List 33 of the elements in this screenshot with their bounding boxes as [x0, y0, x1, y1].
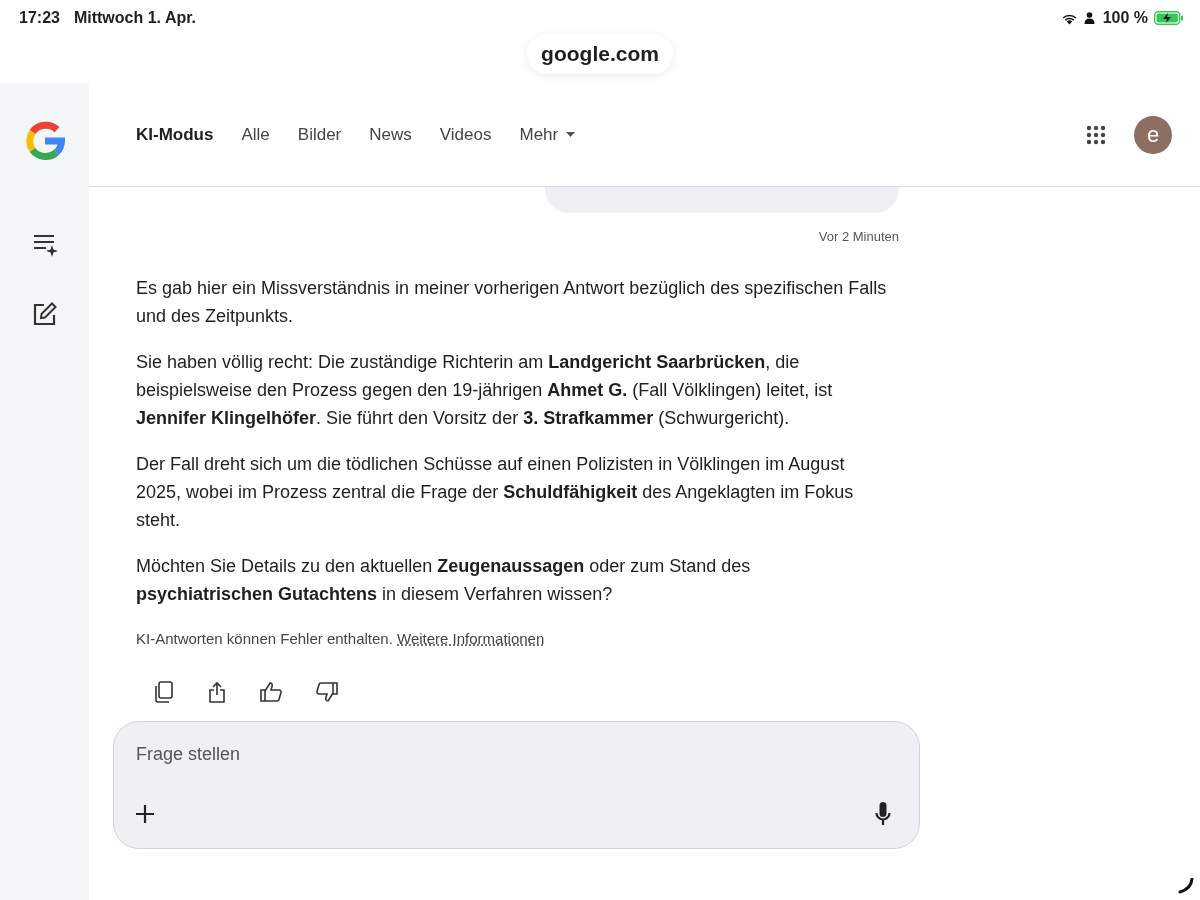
thumbs-down-icon[interactable] — [316, 682, 338, 702]
corner-handle-icon[interactable] — [1178, 878, 1194, 894]
address-bar[interactable]: google.com — [527, 34, 673, 74]
answer-paragraph: Möchten Sie Details zu den aktuellen Zeugenaussagen oder zum Stand des psychiatrischen Gutachtens in diesem Verfahren wissen? — [136, 555, 752, 606]
list-sparkle-icon[interactable] — [32, 233, 59, 257]
thumbs-up-icon[interactable] — [260, 682, 282, 702]
person-icon — [1083, 12, 1095, 24]
answer-paragraph: Es gab hier ein Missverständnis in meiner vorherigen Antwort bezüglich des spezifischen Falls und des Zeitpunkts. — [136, 277, 888, 328]
plus-icon[interactable] — [136, 805, 154, 823]
answer-paragraph: Der Fall dreht sich um die tödlichen Schüsse auf einen Polizisten in Völklingen im August 2025, wobei im Prozess zentral die Frage der Schuldfähigkeit des Angeklagten im Fokus steht. — [136, 453, 855, 532]
nav-tab[interactable]: Bilder — [297, 124, 342, 145]
edit-icon[interactable] — [32, 302, 57, 326]
more-info-link[interactable]: Weitere Informationen — [397, 630, 545, 647]
google-logo-icon[interactable] — [24, 121, 65, 161]
message-time: Vor 2 Minuten — [818, 229, 899, 244]
nav-tab[interactable]: Mehr — [519, 124, 576, 145]
nav-tab[interactable]: Videos — [439, 124, 492, 145]
share-icon[interactable] — [208, 681, 226, 703]
nav-tab[interactable]: Alle — [241, 124, 270, 145]
disclaimer-text: KI-Antworten können Fehler enthalten. Weitere Informationen — [136, 630, 546, 647]
account-avatar[interactable]: e — [1134, 115, 1172, 154]
status-date: Mittwoch 1. Apr. — [73, 9, 196, 27]
caret-icon — [566, 132, 576, 137]
apps-grid-icon[interactable] — [1086, 124, 1106, 145]
answer-paragraph: Sie haben völlig recht: Die zuständige Richterin am Landgericht Saarbrücken, die beispielsweise den Prozess gegen den 19-jährigen Ahmet G. (Fall Völklingen) leitet, ist Jennifer Klingelhöfer. Sie führt den Vorsitz der 3. Strafkammer (Schwurgericht). — [136, 351, 834, 430]
status-time: 17:23 — [19, 9, 60, 27]
battery-charging-icon — [1154, 11, 1184, 25]
nav-tab[interactable]: News — [369, 124, 412, 145]
microphone-icon[interactable] — [875, 802, 891, 826]
ask-field[interactable]: Frage stellen — [136, 744, 891, 765]
nav-tab[interactable]: KI-Modus — [136, 124, 214, 145]
battery-percent: 100 % — [1102, 9, 1148, 27]
copy-icon[interactable] — [154, 681, 174, 703]
